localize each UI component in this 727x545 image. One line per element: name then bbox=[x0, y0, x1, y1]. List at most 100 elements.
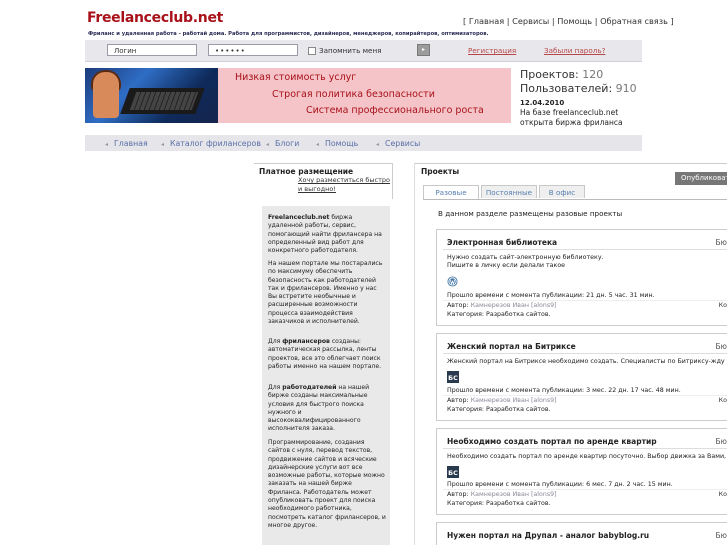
promo-banner: Низкая стоимость услуг Строгая политика … bbox=[85, 68, 511, 123]
project-contact-label: Ко bbox=[718, 397, 727, 404]
forgot-password-link[interactable]: Забыли пароль? bbox=[544, 46, 605, 55]
project-author: Автор: Камнерезов Иван [alons9] bbox=[447, 491, 557, 498]
chevron-left-icon: ◂ bbox=[376, 141, 380, 148]
time-value: 3 мес. 22 дн. 17 час. 48 мин. bbox=[586, 387, 681, 394]
project-budget-label: Бю bbox=[715, 531, 727, 540]
card-separator bbox=[443, 249, 727, 250]
about-paragraph-2: На нашем портале мы постарались по макси… bbox=[268, 260, 383, 326]
register-link[interactable]: Регистрация bbox=[468, 46, 516, 55]
author-link[interactable]: Камнерезов Иван [alons9] bbox=[471, 302, 557, 309]
project-budget-label: Бю bbox=[715, 437, 727, 446]
projects-count: Проектов: 120 bbox=[520, 68, 603, 81]
project-contact-label: Ко bbox=[718, 302, 727, 309]
projects-left-border bbox=[414, 163, 415, 545]
time-label: Прошло времени с момента публикации: bbox=[447, 481, 585, 488]
project-title[interactable]: Женский портал на Битриксе bbox=[447, 342, 576, 351]
nav-item-blogs[interactable]: ◂ Блоги bbox=[266, 139, 299, 150]
category-label: Категория: bbox=[447, 406, 485, 413]
project-title[interactable]: Электронная библиотека bbox=[447, 238, 557, 247]
category-value: Разработка сайтов. bbox=[486, 311, 551, 318]
top-navigation: [ Главная | Сервисы | Помощь | Обратная … bbox=[463, 16, 674, 26]
card-line bbox=[443, 300, 727, 301]
login-input[interactable]: Логин bbox=[107, 44, 197, 56]
card-line bbox=[443, 395, 727, 396]
users-count-label: Пользователей: bbox=[520, 82, 613, 95]
remember-label: Запомнить меня bbox=[319, 46, 382, 55]
topnav-open-bracket: [ bbox=[463, 16, 467, 26]
nav-item-catalog[interactable]: ◂ Каталог фрилансеров bbox=[161, 139, 261, 150]
nav-item-label: Главная bbox=[114, 139, 148, 148]
banner-line-1: Низкая стоимость услуг bbox=[235, 72, 357, 83]
news-text[interactable]: На базе freelanceclub.net открыта биржа … bbox=[520, 108, 630, 127]
project-budget-label: Бю bbox=[715, 342, 727, 351]
password-input[interactable]: •••••• bbox=[208, 44, 298, 56]
nav-item-label: Помощь bbox=[325, 139, 359, 148]
time-value: 21 дн. 5 час. 31 мин. bbox=[586, 292, 655, 299]
tab-office[interactable]: В офис bbox=[539, 185, 585, 198]
remember-checkbox[interactable] bbox=[308, 47, 316, 55]
projects-intro: В данном разделе размещены разовые проек… bbox=[438, 209, 623, 218]
site-tagline: Фриланс и удаленная работа - работай дом… bbox=[88, 31, 489, 37]
project-contact-label: Ко bbox=[718, 491, 727, 498]
projects-divider bbox=[415, 163, 727, 164]
project-description: Нужно создать сайт-электронную библиотек… bbox=[447, 254, 604, 270]
project-time: Прошло времени с момента публикации: 21 … bbox=[447, 292, 655, 299]
project-title[interactable]: Нужен портал на Друпал - аналог babyblog… bbox=[447, 531, 649, 540]
login-submit-button[interactable]: ▸ bbox=[417, 44, 430, 56]
about-paragraph-3-pre: Для bbox=[268, 338, 283, 345]
project-category: Категория: Разработка сайтов. bbox=[447, 406, 551, 413]
site-logo[interactable]: Freelanceclub.net bbox=[87, 10, 223, 26]
project-time: Прошло времени с момента публикации: 3 м… bbox=[447, 387, 681, 394]
banner-photo-person bbox=[93, 72, 119, 118]
author-link[interactable]: Камнерезов Иван [alons9] bbox=[471, 491, 557, 498]
paid-placement-link[interactable]: Хочу разместиться быстро и выгодно! bbox=[298, 176, 394, 194]
time-label: Прошло времени с момента публикации: bbox=[447, 292, 585, 299]
category-label: Категория: bbox=[447, 311, 485, 318]
about-paragraph-1: Freelanceclub.net биржа удаленной работы… bbox=[268, 214, 386, 255]
topnav-help[interactable]: Помощь bbox=[557, 16, 592, 26]
topnav-services[interactable]: Сервисы bbox=[512, 16, 549, 26]
bitrix-icon: БС bbox=[447, 371, 459, 383]
projects-count-value: 120 bbox=[582, 68, 604, 81]
banner-photo-keys bbox=[129, 92, 199, 110]
tab-permanent[interactable]: Постоянные bbox=[481, 185, 537, 198]
topnav-separator: | bbox=[594, 16, 598, 26]
nav-item-help[interactable]: ◂ Помощь bbox=[316, 139, 358, 150]
nav-item-label: Блоги bbox=[275, 139, 300, 148]
nav-item-home[interactable]: ◂ Главная bbox=[105, 139, 148, 150]
card-separator bbox=[443, 353, 727, 354]
projects-count-label: Проектов: bbox=[520, 68, 579, 81]
chevron-left-icon: ◂ bbox=[316, 141, 320, 148]
project-card: Женский портал на Битриксе Бю Женский по… bbox=[436, 333, 727, 421]
project-card: Электронная библиотека Бю Нужно создать … bbox=[436, 229, 727, 326]
about-box: Freelanceclub.net биржа удаленной работы… bbox=[262, 206, 390, 545]
svg-text:БС: БС bbox=[448, 374, 458, 382]
topnav-home[interactable]: Главная bbox=[469, 16, 504, 26]
topnav-separator: | bbox=[506, 16, 510, 26]
project-title[interactable]: Необходимо создать портал по аренде квар… bbox=[447, 437, 657, 446]
project-description: Женский портал на Битриксе необходимо со… bbox=[447, 358, 727, 365]
author-link[interactable]: Камнерезов Иван [alons9] bbox=[471, 397, 557, 404]
category-value: Разработка сайтов. bbox=[486, 500, 551, 507]
card-separator bbox=[443, 448, 727, 449]
category-label: Категория: bbox=[447, 500, 485, 507]
nav-item-label: Каталог фрилансеров bbox=[170, 139, 261, 148]
project-author: Автор: Камнерезов Иван [alons9] bbox=[447, 302, 557, 309]
time-value: 6 мес. 7 дн. 2 час. 15 мин. bbox=[586, 481, 673, 488]
users-count: Пользователей: 910 bbox=[520, 82, 637, 95]
project-description-line: Пишите в личку если делали такое bbox=[447, 262, 566, 269]
project-card: Необходимо создать портал по аренде квар… bbox=[436, 428, 727, 515]
nav-item-services[interactable]: ◂ Сервисы bbox=[376, 139, 420, 150]
topnav-feedback[interactable]: Обратная связь bbox=[600, 16, 668, 26]
chevron-left-icon: ◂ bbox=[105, 141, 109, 148]
project-budget-label: Бю bbox=[715, 238, 727, 247]
topnav-separator: | bbox=[551, 16, 555, 26]
project-category: Категория: Разработка сайтов. bbox=[447, 500, 551, 507]
project-time: Прошло времени с момента публикации: 6 м… bbox=[447, 481, 673, 488]
tab-one-time[interactable]: Разовые bbox=[423, 185, 479, 199]
author-label: Автор: bbox=[447, 491, 469, 498]
banner-line-2: Строгая политика безопасности bbox=[272, 89, 435, 100]
about-paragraph-4-text: на нашей бирже созданы максимальные усло… bbox=[268, 384, 370, 433]
time-label: Прошло времени с момента публикации: bbox=[447, 387, 585, 394]
about-paragraph-4: Для работодателей на нашей бирже созданы… bbox=[268, 384, 386, 434]
